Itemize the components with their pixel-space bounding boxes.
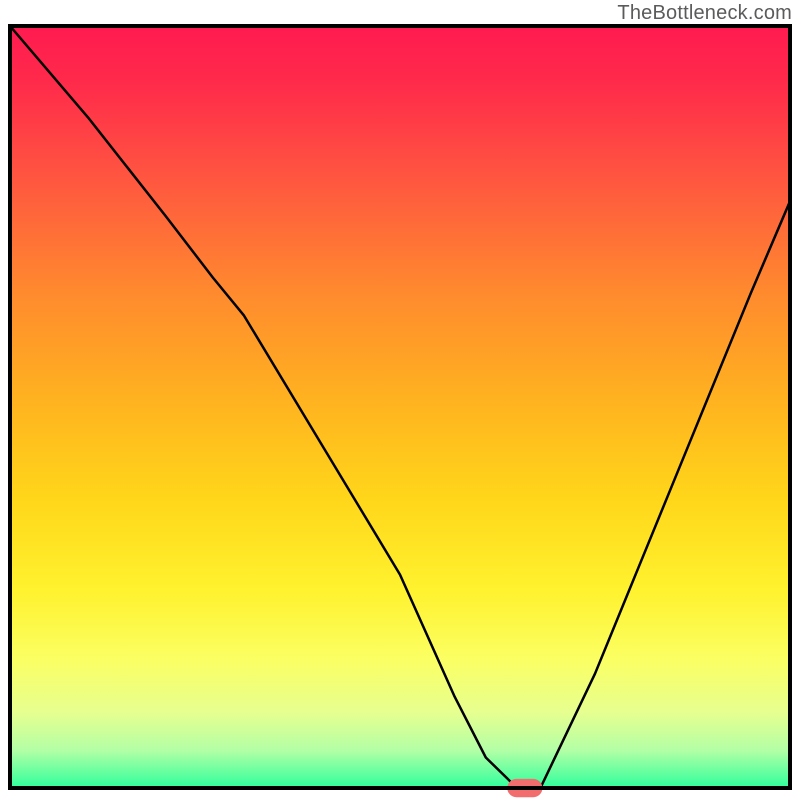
bottleneck-chart — [0, 0, 800, 800]
watermark-text: TheBottleneck.com — [617, 2, 792, 25]
plot-area — [10, 26, 790, 797]
chart-container: TheBottleneck.com — [0, 0, 800, 800]
gradient-background — [10, 26, 790, 788]
